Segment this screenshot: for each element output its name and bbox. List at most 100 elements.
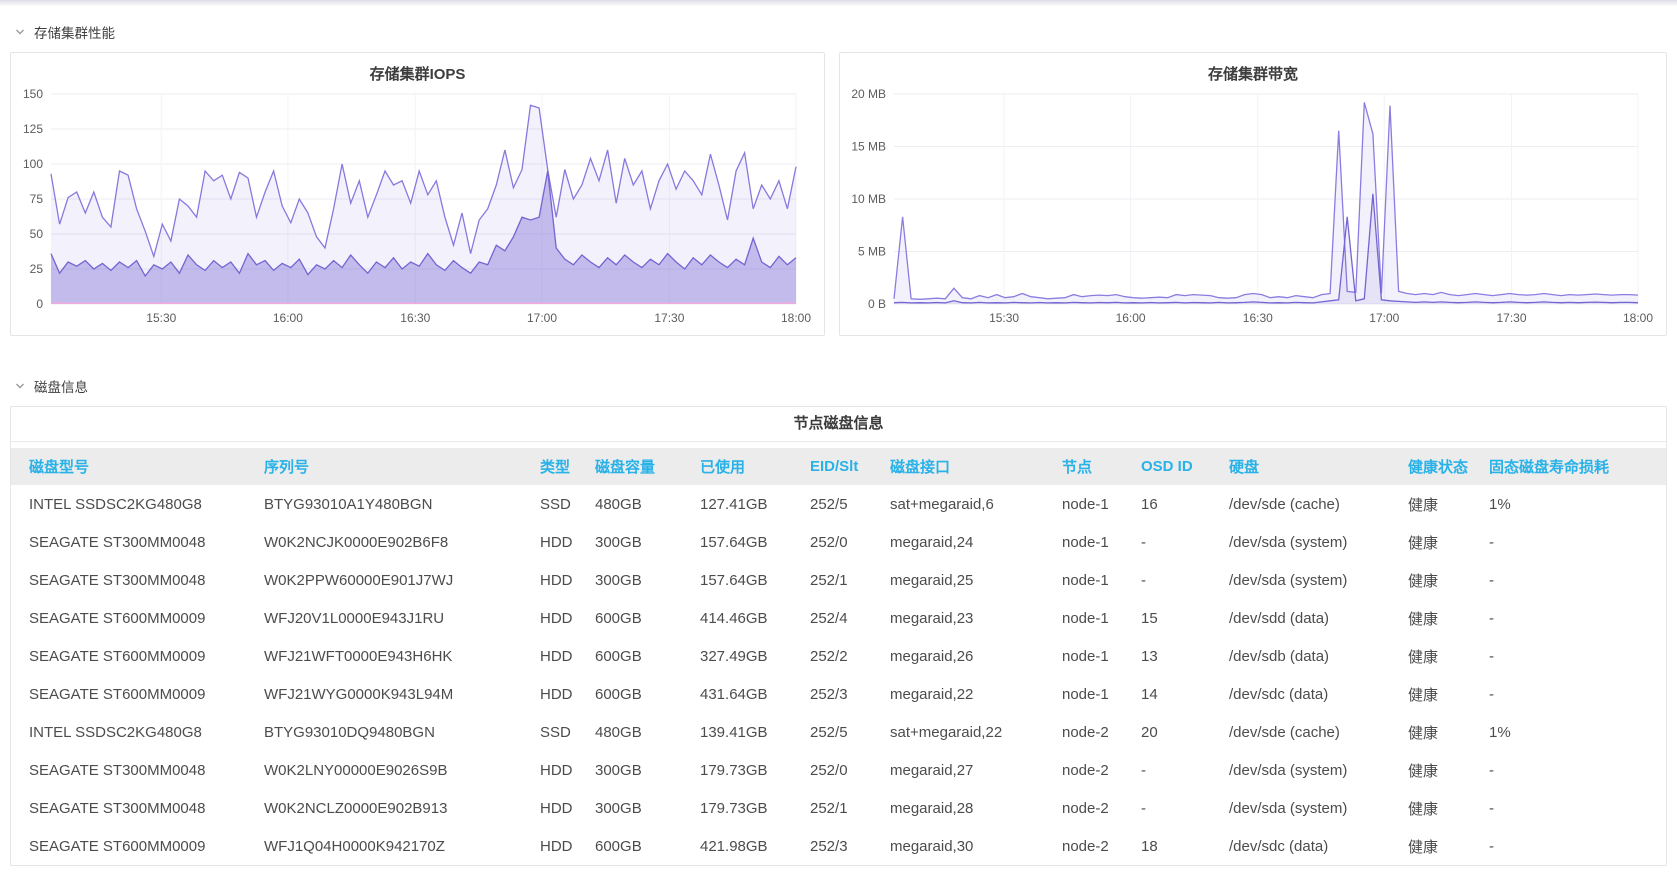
table-cell: - xyxy=(1141,751,1229,789)
svg-text:50: 50 xyxy=(30,227,44,241)
table-cell: 14 xyxy=(1141,675,1229,713)
table-cell: 157.64GB xyxy=(700,561,810,599)
table-cell: 600GB xyxy=(595,637,700,675)
table-cell: INTEL SSDSC2KG480G8 xyxy=(11,485,264,523)
table-cell: - xyxy=(1489,523,1666,561)
table-cell: 252/0 xyxy=(810,523,890,561)
table-cell: megaraid,30 xyxy=(890,827,1062,865)
table-cell: megaraid,27 xyxy=(890,751,1062,789)
svg-text:0: 0 xyxy=(36,297,43,311)
table-cell: /dev/sdd (data) xyxy=(1229,599,1408,637)
table-cell: node-2 xyxy=(1062,713,1141,751)
svg-text:17:00: 17:00 xyxy=(1369,311,1399,325)
svg-text:18:00: 18:00 xyxy=(781,311,811,325)
table-cell: HDD xyxy=(540,751,595,789)
column-header[interactable]: 磁盘接口 xyxy=(890,448,1062,485)
table-cell: 480GB xyxy=(595,485,700,523)
section-performance-toggle[interactable]: 存储集群性能 xyxy=(14,22,1663,42)
table-row: SEAGATE ST300MM0048W0K2NCJK0000E902B6F8H… xyxy=(11,523,1666,561)
column-header[interactable]: 健康状态 xyxy=(1408,448,1489,485)
table-cell: 252/1 xyxy=(810,561,890,599)
table-cell: 252/4 xyxy=(810,599,890,637)
table-cell: /dev/sdc (data) xyxy=(1229,827,1408,865)
table-cell: /dev/sdc (data) xyxy=(1229,675,1408,713)
section-disks-toggle[interactable]: 磁盘信息 xyxy=(14,376,1663,396)
table-cell: 1% xyxy=(1489,485,1666,523)
table-cell: - xyxy=(1489,751,1666,789)
column-header[interactable]: 已使用 xyxy=(700,448,810,485)
table-cell: - xyxy=(1141,561,1229,599)
table-cell: node-1 xyxy=(1062,485,1141,523)
iops-chart-panel: 存储集群IOPS 025507510012515015:3016:0016:30… xyxy=(10,52,825,336)
table-cell: node-2 xyxy=(1062,751,1141,789)
table-cell: 179.73GB xyxy=(700,751,810,789)
column-header[interactable]: 序列号 xyxy=(264,448,540,485)
table-cell: node-2 xyxy=(1062,789,1141,827)
bandwidth-chart-title: 存储集群带宽 xyxy=(844,59,1662,86)
column-header[interactable]: 节点 xyxy=(1062,448,1141,485)
table-cell: 431.64GB xyxy=(700,675,810,713)
svg-text:100: 100 xyxy=(23,157,43,171)
table-cell: W0K2PPW60000E901J7WJ xyxy=(264,561,540,599)
table-cell: HDD xyxy=(540,789,595,827)
column-header[interactable]: 硬盘 xyxy=(1229,448,1408,485)
table-cell: 252/0 xyxy=(810,751,890,789)
table-cell: /dev/sda (system) xyxy=(1229,789,1408,827)
table-cell: 421.98GB xyxy=(700,827,810,865)
svg-text:15:30: 15:30 xyxy=(146,311,176,325)
table-cell: HDD xyxy=(540,523,595,561)
table-cell: 15 xyxy=(1141,599,1229,637)
table-cell: HDD xyxy=(540,637,595,675)
table-cell: 252/3 xyxy=(810,827,890,865)
svg-text:17:00: 17:00 xyxy=(527,311,557,325)
top-gradient-bar xyxy=(0,0,1677,6)
svg-text:5 MB: 5 MB xyxy=(858,245,886,259)
svg-text:16:00: 16:00 xyxy=(273,311,303,325)
table-cell: WFJ1Q04H0000K942170Z xyxy=(264,827,540,865)
svg-text:15:30: 15:30 xyxy=(989,311,1019,325)
table-cell: WFJ21WYG0000K943L94M xyxy=(264,675,540,713)
table-cell: 健康 xyxy=(1408,561,1489,599)
table-cell: node-1 xyxy=(1062,599,1141,637)
column-header[interactable]: 磁盘型号 xyxy=(11,448,264,485)
table-cell: SEAGATE ST600MM0009 xyxy=(11,637,264,675)
iops-chart-title: 存储集群IOPS xyxy=(15,59,820,86)
svg-text:15 MB: 15 MB xyxy=(851,140,886,154)
table-cell: WFJ20V1L0000E943J1RU xyxy=(264,599,540,637)
table-row: SEAGATE ST300MM0048W0K2NCLZ0000E902B913H… xyxy=(11,789,1666,827)
table-row: SEAGATE ST600MM0009WFJ21WFT0000E943H6HKH… xyxy=(11,637,1666,675)
table-cell: 600GB xyxy=(595,599,700,637)
column-header[interactable]: EID/Slt xyxy=(810,448,890,485)
svg-text:17:30: 17:30 xyxy=(1496,311,1526,325)
table-cell: 179.73GB xyxy=(700,789,810,827)
table-cell: 252/1 xyxy=(810,789,890,827)
column-header[interactable]: 磁盘容量 xyxy=(595,448,700,485)
svg-text:18:00: 18:00 xyxy=(1623,311,1653,325)
table-cell: megaraid,25 xyxy=(890,561,1062,599)
table-cell: 414.46GB xyxy=(700,599,810,637)
table-cell: W0K2NCLZ0000E902B913 xyxy=(264,789,540,827)
table-cell: node-1 xyxy=(1062,675,1141,713)
table-cell: /dev/sde (cache) xyxy=(1229,485,1408,523)
table-cell: - xyxy=(1141,789,1229,827)
table-cell: SEAGATE ST300MM0048 xyxy=(11,561,264,599)
table-cell: 13 xyxy=(1141,637,1229,675)
table-cell: 300GB xyxy=(595,751,700,789)
chevron-down-icon xyxy=(14,380,26,392)
svg-text:20 MB: 20 MB xyxy=(851,87,886,101)
table-cell: 300GB xyxy=(595,789,700,827)
table-cell: SEAGATE ST600MM0009 xyxy=(11,675,264,713)
table-cell: 600GB xyxy=(595,827,700,865)
svg-text:16:00: 16:00 xyxy=(1116,311,1146,325)
table-cell: 300GB xyxy=(595,561,700,599)
column-header[interactable]: OSD ID xyxy=(1141,448,1229,485)
charts-row: 存储集群IOPS 025507510012515015:3016:0016:30… xyxy=(10,52,1667,336)
table-cell: node-1 xyxy=(1062,523,1141,561)
column-header[interactable]: 类型 xyxy=(540,448,595,485)
iops-chart: 025507510012515015:3016:0016:3017:0017:3… xyxy=(15,86,820,330)
column-header[interactable]: 固态磁盘寿命损耗 xyxy=(1489,448,1666,485)
svg-text:0 B: 0 B xyxy=(868,297,886,311)
disk-table-title: 节点磁盘信息 xyxy=(11,407,1666,442)
table-row: SEAGATE ST600MM0009WFJ21WYG0000K943L94MH… xyxy=(11,675,1666,713)
svg-text:10 MB: 10 MB xyxy=(851,192,886,206)
